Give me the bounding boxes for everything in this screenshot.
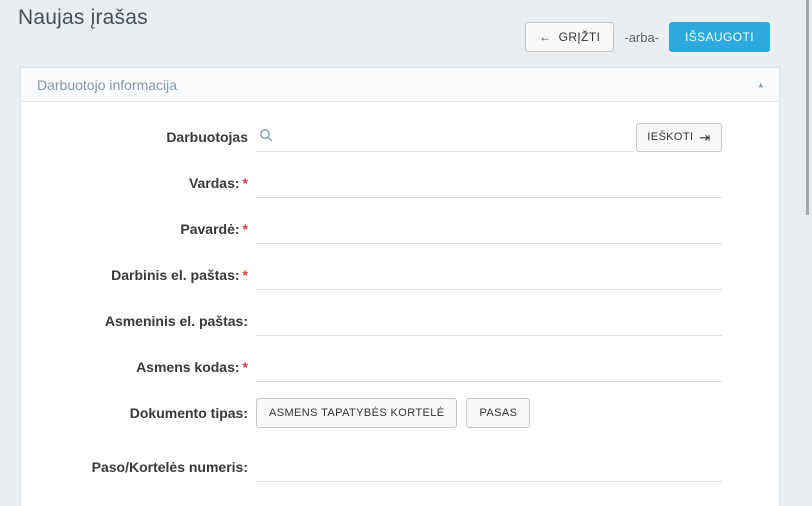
required-marker: * bbox=[243, 359, 248, 375]
first-name-label: Vardas:* bbox=[37, 175, 248, 192]
document-type-id-card-button[interactable]: ASMENS TAPATYBĖS KORTELĖ bbox=[256, 398, 457, 428]
save-button-label: IŠSAUGOTI bbox=[685, 30, 754, 44]
personal-email-label: Asmeninis el. paštas: bbox=[37, 313, 248, 330]
document-type-label-text: Dokumento tipas: bbox=[130, 405, 248, 421]
form-row-personal-email: Asmeninis el. paštas: bbox=[37, 298, 722, 344]
search-button-label: IEŠKOTI bbox=[647, 131, 693, 143]
employee-label-text: Darbuotojas bbox=[166, 129, 248, 145]
document-type-label: Dokumento tipas: bbox=[37, 405, 248, 422]
form-row-document-number: Paso/Kortelės numeris: bbox=[37, 444, 722, 490]
last-name-control bbox=[256, 214, 722, 244]
employee-search-input[interactable] bbox=[256, 122, 634, 152]
first-name-label-text: Vardas: bbox=[189, 175, 240, 191]
form-row-document-type: Dokumento tipas: ASMENS TAPATYBĖS KORTEL… bbox=[37, 390, 722, 436]
scrollbar-thumb[interactable] bbox=[806, 0, 809, 215]
arrow-to-bar-icon: ⇥ bbox=[699, 131, 710, 144]
form-row-employee: Darbuotojas IEŠKOTI ⇥ bbox=[37, 114, 722, 160]
work-email-label-text: Darbinis el. paštas: bbox=[111, 267, 239, 283]
document-number-label-text: Paso/Kortelės numeris: bbox=[92, 459, 248, 475]
last-name-label-text: Pavardė: bbox=[180, 221, 239, 237]
passport-button-label: PASAS bbox=[479, 407, 517, 419]
personal-email-input[interactable] bbox=[256, 306, 722, 336]
form-row-last-name: Pavardė:* bbox=[37, 206, 722, 252]
panel-header: Darbuotojo informacija ▴ bbox=[21, 68, 779, 102]
form-row-first-name: Vardas:* bbox=[37, 160, 722, 206]
employee-info-panel: Darbuotojo informacija ▴ Darbuotojas IEŠ… bbox=[20, 67, 780, 506]
employee-control: IEŠKOTI ⇥ bbox=[256, 122, 722, 152]
work-email-control bbox=[256, 260, 722, 290]
page-header: Naujas įrašas ← GRĮŽTI -arba- IŠSAUGOTI bbox=[0, 0, 812, 60]
panel-title: Darbuotojo informacija bbox=[37, 77, 177, 93]
document-number-label: Paso/Kortelės numeris: bbox=[37, 459, 248, 476]
personal-code-label-text: Asmens kodas: bbox=[136, 359, 239, 375]
id-card-button-label: ASMENS TAPATYBĖS KORTELĖ bbox=[269, 407, 444, 419]
page-title: Naujas įrašas bbox=[18, 6, 148, 30]
personal-email-label-text: Asmeninis el. paštas: bbox=[105, 313, 248, 329]
back-button-label: GRĮŽTI bbox=[559, 30, 601, 44]
save-button[interactable]: IŠSAUGOTI bbox=[669, 22, 770, 52]
required-marker: * bbox=[243, 267, 248, 283]
employee-search-wrap bbox=[256, 122, 634, 152]
work-email-label: Darbinis el. paštas:* bbox=[37, 267, 248, 284]
back-button[interactable]: ← GRĮŽTI bbox=[525, 22, 614, 52]
employee-label: Darbuotojas bbox=[37, 129, 248, 146]
or-separator: -arba- bbox=[624, 30, 659, 45]
personal-email-control bbox=[256, 306, 722, 336]
form-row-personal-code: Asmens kodas:* bbox=[37, 344, 722, 390]
form-row-work-email: Darbinis el. paštas:* bbox=[37, 252, 722, 298]
last-name-label: Pavardė:* bbox=[37, 221, 248, 238]
personal-code-input[interactable] bbox=[256, 352, 722, 382]
collapse-icon[interactable]: ▴ bbox=[758, 80, 763, 89]
first-name-input[interactable] bbox=[256, 168, 722, 198]
document-type-options: ASMENS TAPATYBĖS KORTELĖ PASAS bbox=[256, 398, 530, 428]
personal-code-label: Asmens kodas:* bbox=[37, 359, 248, 376]
document-type-passport-button[interactable]: PASAS bbox=[466, 398, 530, 428]
last-name-input[interactable] bbox=[256, 214, 722, 244]
header-actions: ← GRĮŽTI -arba- IŠSAUGOTI bbox=[525, 22, 770, 52]
required-marker: * bbox=[243, 221, 248, 237]
first-name-control bbox=[256, 168, 722, 198]
personal-code-control bbox=[256, 352, 722, 382]
search-button[interactable]: IEŠKOTI ⇥ bbox=[636, 123, 722, 152]
required-marker: * bbox=[243, 175, 248, 191]
document-type-control: ASMENS TAPATYBĖS KORTELĖ PASAS bbox=[256, 398, 722, 428]
work-email-input[interactable] bbox=[256, 260, 722, 290]
panel-body: Darbuotojas IEŠKOTI ⇥ Vardas:* bbox=[21, 102, 779, 506]
document-number-control bbox=[256, 452, 722, 482]
scrollbar[interactable] bbox=[806, 0, 809, 506]
back-arrow-icon: ← bbox=[539, 30, 551, 44]
document-number-input[interactable] bbox=[256, 452, 722, 482]
